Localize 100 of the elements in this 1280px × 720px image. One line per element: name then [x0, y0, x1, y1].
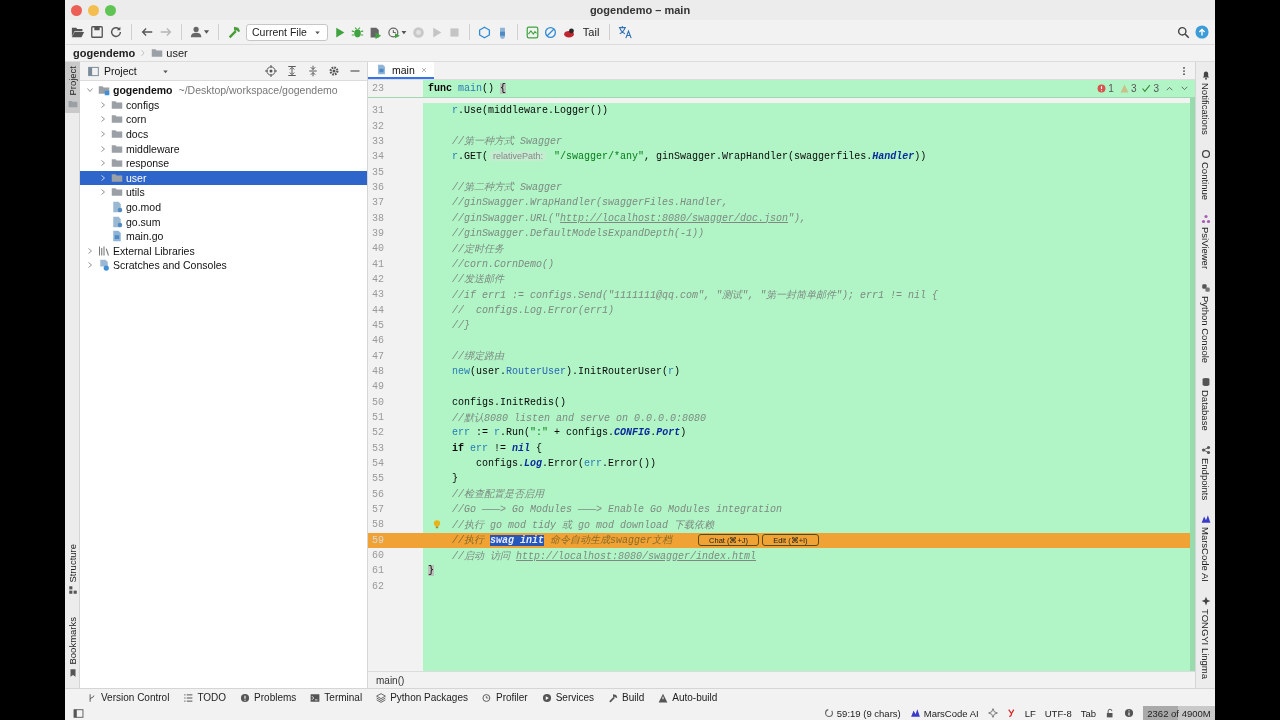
module-file-icon — [111, 215, 123, 228]
expand-all-icon[interactable] — [286, 65, 298, 77]
translate-icon[interactable] — [618, 25, 633, 39]
coverage-icon[interactable] — [368, 25, 382, 39]
locate-icon[interactable] — [265, 65, 277, 77]
code-line: //定时任务 — [452, 242, 505, 256]
lightbulb-icon[interactable] — [432, 519, 442, 531]
side-tab[interactable]: Project — [65, 62, 80, 113]
breadcrumb-item[interactable]: gogendemo — [73, 47, 136, 59]
y-icon[interactable] — [1006, 708, 1016, 718]
tree-item[interactable]: gogendemo ~/Desktop/workspace/gogendemo — [80, 83, 367, 98]
line-number: 61 — [368, 563, 423, 579]
error-count[interactable]: 1 — [1097, 83, 1114, 94]
tree-item[interactable]: main.go — [80, 228, 367, 244]
code-line: //Go ———> Go Modules ———> Enable Go Modules integration — [452, 504, 783, 516]
unlock-icon[interactable] — [1105, 708, 1115, 718]
warning-count[interactable]: 3 — [1119, 83, 1137, 94]
tree-item[interactable]: response — [80, 155, 367, 171]
hexagon-icon[interactable] — [477, 25, 491, 39]
breadcrumb-item[interactable]: user — [151, 47, 188, 59]
database-icon — [1200, 376, 1211, 387]
forward-arrow-icon[interactable] — [159, 25, 173, 39]
update-icon[interactable] — [1195, 25, 1209, 39]
bug-icon[interactable] — [350, 25, 364, 39]
info-icon[interactable] — [1124, 708, 1134, 718]
user-dropdown-icon[interactable] — [190, 25, 210, 39]
settings-icon[interactable] — [328, 65, 340, 77]
chevron-down-icon[interactable] — [1180, 84, 1189, 93]
tail-button[interactable]: Tail — [580, 26, 602, 38]
side-tab[interactable]: Database — [1200, 376, 1211, 431]
editor-tab[interactable]: main — [368, 62, 434, 79]
code-line: } — [452, 473, 459, 485]
back-arrow-icon[interactable] — [140, 25, 154, 39]
tree-item[interactable]: go.mod — [80, 199, 367, 215]
side-tab[interactable]: Bookmarks — [65, 613, 80, 682]
indent-selector[interactable]: Tab — [1080, 707, 1096, 719]
close-icon[interactable] — [419, 65, 428, 74]
chevron-up-icon[interactable] — [1165, 84, 1174, 93]
tool-window-tab[interactable]: TODO — [183, 692, 227, 703]
tool-window-tab[interactable]: Problems — [240, 692, 297, 703]
zoom-button[interactable] — [105, 4, 116, 16]
tree-item[interactable]: middleware — [80, 141, 367, 156]
prohibited-icon[interactable] — [543, 25, 557, 39]
terminal-icon — [310, 692, 321, 703]
side-tab[interactable]: Python Console — [1200, 282, 1211, 363]
scrollbar[interactable] — [1190, 98, 1195, 671]
side-tab[interactable]: Structure — [65, 539, 80, 600]
side-tab[interactable]: MarsCode AI — [1200, 513, 1211, 582]
tree-item[interactable]: user — [80, 170, 367, 186]
tree-item[interactable]: configs — [80, 97, 367, 113]
tree-item[interactable]: go.sum — [80, 214, 367, 229]
chart-icon[interactable] — [525, 25, 539, 39]
hammer-icon[interactable] — [227, 25, 241, 39]
side-tab[interactable]: Continue — [1200, 148, 1211, 200]
structure-icon — [67, 585, 78, 596]
bird-icon[interactable] — [561, 25, 576, 39]
warning-icon — [1119, 84, 1129, 93]
side-tab[interactable]: Notifications — [1200, 70, 1211, 135]
code-line: new(user.RouterUser).InitRouterUser(r) — [452, 366, 681, 377]
save-icon[interactable] — [90, 25, 104, 39]
search-icon[interactable] — [1177, 25, 1190, 39]
code-line: r.Use(middleware.Logger()) — [452, 105, 609, 117]
tool-window-tab[interactable]: Terminal — [310, 692, 363, 703]
profiler-dropdown-icon[interactable] — [386, 25, 407, 39]
breadcrumb-item[interactable]: main() — [376, 674, 405, 686]
tree-item[interactable]: External Libraries — [80, 243, 367, 259]
tool-window-tab[interactable]: Services — [541, 692, 594, 703]
tree-item[interactable]: corn — [80, 112, 367, 127]
tree-item[interactable]: Scratches and Consoles — [80, 258, 367, 273]
tree-item[interactable]: utils — [80, 185, 367, 200]
close-button[interactable] — [71, 4, 82, 16]
tool-window-tab[interactable]: Version Control — [87, 692, 170, 703]
refresh-icon[interactable] — [109, 25, 123, 39]
assistant-status[interactable]: MarsCode AI — [909, 707, 979, 719]
folder-open-icon[interactable] — [71, 25, 85, 39]
memory-indicator[interactable]: 2362 of 4900M — [1143, 706, 1215, 720]
warning-icon — [658, 692, 669, 703]
side-tab[interactable]: PsiViewer — [1200, 213, 1211, 269]
folder-icon — [151, 47, 164, 59]
line-number: 35 — [368, 164, 423, 180]
tool-window-tab[interactable]: Profiler — [481, 692, 528, 703]
library-icon — [98, 244, 110, 257]
sparkle-icon[interactable] — [987, 708, 998, 718]
typo-count[interactable]: 3 — [1142, 83, 1159, 94]
side-tab[interactable]: TONGYI Lingma — [1200, 595, 1211, 679]
code-line: //发送邮件 — [452, 273, 505, 287]
line-number: 55 — [368, 471, 423, 487]
window-title: gogendemo – main — [588, 4, 692, 16]
line-separator-selector[interactable]: LF — [1024, 707, 1036, 719]
side-tab[interactable]: Endpoints — [1200, 444, 1211, 500]
panel-title-dropdown[interactable]: Project — [88, 65, 170, 77]
tool-window-tab[interactable]: Auto-build — [658, 692, 718, 703]
panel-toggle-icon[interactable] — [73, 707, 84, 719]
tree-item[interactable]: docs — [80, 126, 367, 142]
encoding-selector[interactable]: UTF-8 — [1044, 707, 1072, 719]
tool-window-tab[interactable]: Build — [608, 692, 645, 703]
collapse-all-icon[interactable] — [307, 65, 319, 77]
tool-window-tab[interactable]: Python Packages — [376, 692, 468, 703]
caret-position[interactable]: 59:19 (9 chars) — [823, 707, 901, 719]
run-configuration-dropdown[interactable]: Current File — [246, 23, 328, 41]
